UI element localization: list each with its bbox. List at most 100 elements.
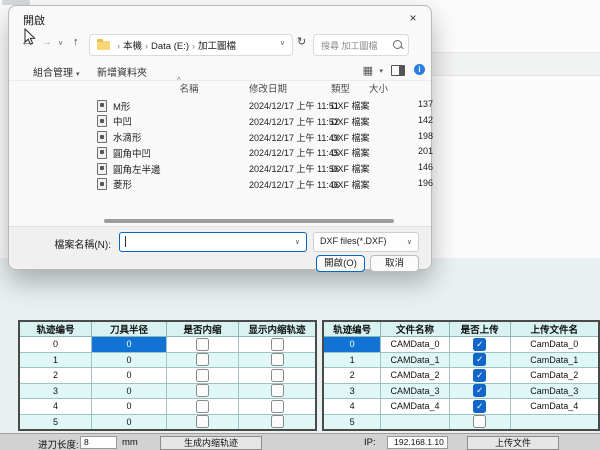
trajectory-table: 轨迹编号刀具半径是否内缩显示内缩轨迹001020304050 [18,320,317,431]
cell-tool-radius[interactable]: 0 [92,383,167,399]
breadcrumb[interactable]: ›本機›Data (E:)›加工圖檔 ∨ [89,34,293,56]
checkbox-upload[interactable]: ✓ [473,384,486,397]
cell-file-name[interactable]: CAMData_3 [381,383,450,399]
checkbox-shrink[interactable] [196,353,209,366]
file-row[interactable]: 圓角中凹2024/12/17 上午 11:45DXF 檔案201 [9,144,431,160]
table-header: 是否内缩 [167,321,239,337]
cell-tool-radius[interactable]: 0 [92,414,167,430]
feed-length-input[interactable]: 8 [80,436,117,449]
checkbox-show-track[interactable] [271,369,284,382]
file-row[interactable]: M形2024/12/17 上午 11:51DXF 檔案137 [9,97,431,113]
checkbox-show-track[interactable] [271,338,284,351]
cell-track-id[interactable]: 1 [323,352,381,368]
column-header-type[interactable]: 類型 [331,81,350,95]
close-icon[interactable]: × [405,10,421,26]
new-folder-button[interactable]: 新增資料夾 [97,64,147,79]
info-icon[interactable]: i [414,64,425,75]
cell-tool-radius[interactable]: 0 [92,352,167,368]
checkbox-show-track[interactable] [271,415,284,428]
file-type: DXF 檔案 [331,115,370,128]
breadcrumb-item[interactable]: 本機 [123,41,142,52]
cell-track-id[interactable]: 4 [323,399,381,415]
cell-file-name[interactable]: CAMData_4 [381,399,450,415]
search-input[interactable]: 搜尋 加工圖檔 [313,34,409,56]
breadcrumb-caret-icon[interactable]: ∨ [280,39,285,47]
cell-upload-name[interactable]: CamData_1 [510,352,599,368]
cell-tool-radius[interactable]: 0 [92,368,167,384]
dialog-footer: 檔案名稱(N): ∨ DXF files(*.DXF) ∨ 開啟(O) 取消 [9,226,431,269]
column-header-name[interactable]: 名稱 [159,81,219,95]
dxf-file-icon [97,131,107,143]
filetype-caret-icon[interactable]: ∨ [407,238,412,246]
view-mode-icon[interactable]: ▦ [363,64,373,77]
cell-tool-radius[interactable]: 0 [92,337,167,353]
cell-file-name[interactable]: CAMData_0 [381,337,450,353]
view-mode-caret-icon[interactable]: ▾ [379,67,383,75]
cell-tool-radius[interactable]: 0 [92,399,167,415]
filename-input[interactable]: ∨ [119,232,307,252]
ip-input[interactable]: 192.168.1.10 [387,436,448,449]
checkbox-shrink[interactable] [196,369,209,382]
cell-track-id[interactable]: 2 [323,368,381,384]
cell-track-id[interactable]: 1 [19,352,92,368]
checkbox-shrink[interactable] [196,415,209,428]
filetype-select[interactable]: DXF files(*.DXF) ∨ [313,232,419,252]
cell-track-id[interactable]: 0 [19,337,92,353]
horizontal-scrollbar[interactable] [104,219,394,223]
file-row[interactable]: 中凹2024/12/17 上午 11:52DXF 檔案142 [9,113,431,129]
cell-track-id[interactable]: 4 [19,399,92,415]
checkbox-upload[interactable]: ✓ [473,338,486,351]
checkbox-shrink[interactable] [196,338,209,351]
checkbox-show-track[interactable] [271,384,284,397]
mouse-cursor [24,28,37,46]
breadcrumb-path[interactable]: ›本機›Data (E:)›加工圖檔 [114,38,236,52]
cell-track-id[interactable]: 3 [323,383,381,399]
generate-track-button[interactable]: 生成内缩轨迹 [160,436,262,450]
preview-pane-icon[interactable] [391,65,405,76]
cell-upload-name[interactable]: CamData_0 [510,337,599,353]
cell-track-id[interactable]: 0 [323,337,381,353]
cell-upload-name[interactable]: CamData_3 [510,383,599,399]
cell-file-name[interactable] [381,414,450,430]
forward-icon[interactable]: → [41,36,52,48]
cell-upload-name[interactable]: CamData_2 [510,368,599,384]
cell-track-id[interactable]: 5 [19,414,92,430]
app-window: 開啟 × ← → ∨ ↑ ›本機›Data (E:)›加工圖檔 ∨ ↻ 搜尋 加… [0,0,600,450]
checkbox-cell [167,399,239,415]
checkbox-upload[interactable] [473,415,486,428]
checkbox-upload[interactable]: ✓ [473,400,486,413]
cell-upload-name[interactable]: CamData_4 [510,399,599,415]
cell-track-id[interactable]: 3 [19,383,92,399]
file-name: 圓角左半邊 [113,162,161,176]
cell-upload-name[interactable] [510,414,599,430]
organize-button[interactable]: 組合管理▾ [33,64,80,79]
checkbox-upload[interactable]: ✓ [473,369,486,382]
cell-track-id[interactable]: 5 [323,414,381,430]
file-row[interactable]: 圓角左半邊2024/12/17 上午 11:56DXF 檔案146 [9,160,431,176]
cell-file-name[interactable]: CAMData_2 [381,368,450,384]
filename-caret-icon[interactable]: ∨ [295,238,300,246]
file-type: DXF 檔案 [331,146,370,159]
table-row: 50 [19,414,316,430]
checkbox-show-track[interactable] [271,353,284,366]
column-header-date[interactable]: 修改日期 [249,81,287,95]
cancel-button[interactable]: 取消 [370,255,419,272]
checkbox-shrink[interactable] [196,384,209,397]
checkbox-shrink[interactable] [196,400,209,413]
upload-file-button[interactable]: 上传文件 [467,436,559,450]
open-button[interactable]: 開啟(O) [316,255,365,272]
history-caret-icon[interactable]: ∨ [58,39,63,47]
checkbox-cell: ✓ [449,383,510,399]
checkbox-show-track[interactable] [271,400,284,413]
file-row[interactable]: 水滴形2024/12/17 上午 11:49DXF 檔案198 [9,129,431,145]
up-icon[interactable]: ↑ [73,36,79,48]
organize-caret-icon: ▾ [76,71,80,78]
breadcrumb-item[interactable]: 加工圖檔 [198,41,236,52]
checkbox-upload[interactable]: ✓ [473,353,486,366]
column-header-size[interactable]: 大小 [369,81,388,95]
refresh-icon[interactable]: ↻ [297,35,306,48]
breadcrumb-item[interactable]: Data (E:) [151,41,189,52]
file-row[interactable]: 菱形2024/12/17 上午 11:46DXF 檔案196 [9,176,431,192]
cell-track-id[interactable]: 2 [19,368,92,384]
cell-file-name[interactable]: CAMData_1 [381,352,450,368]
